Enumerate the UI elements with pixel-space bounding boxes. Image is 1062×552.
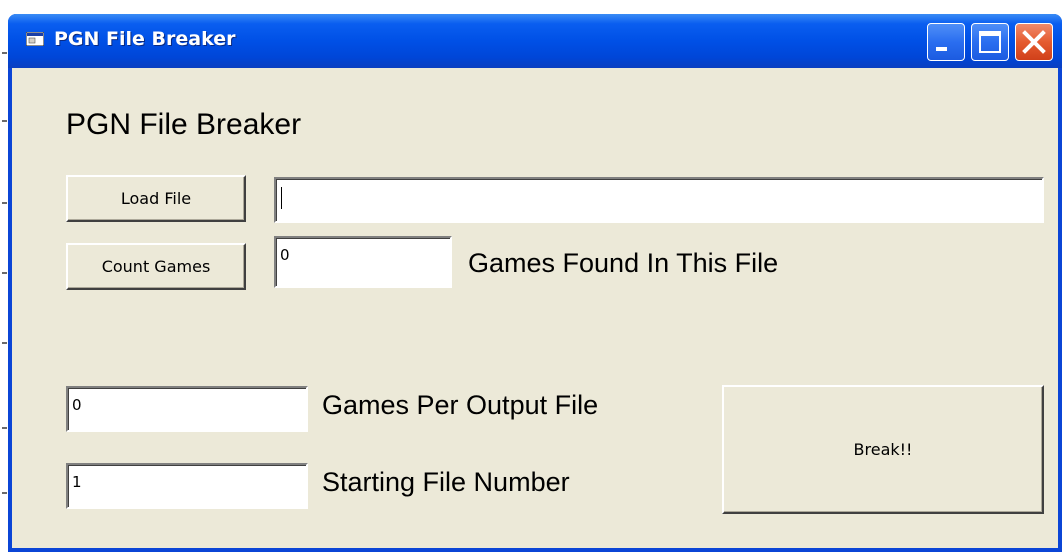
starting-file-number-field[interactable]: 1 <box>66 463 308 509</box>
title-bar[interactable]: PGN File Breaker <box>8 14 1062 68</box>
window-title: PGN File Breaker <box>54 28 236 50</box>
maximize-icon <box>979 31 1001 53</box>
window-app-icon <box>26 32 44 46</box>
text-caret <box>281 187 282 209</box>
break-button[interactable]: Break!! <box>722 385 1044 514</box>
games-found-field[interactable]: 0 <box>274 236 452 288</box>
page-title: PGN File Breaker <box>66 108 302 141</box>
games-found-label: Games Found In This File <box>468 248 779 278</box>
starting-file-number-label: Starting File Number <box>322 467 570 497</box>
application-window: PGN File Breaker PGN File Breaker Load F… <box>8 14 1062 552</box>
maximize-button[interactable] <box>971 23 1009 61</box>
close-button[interactable] <box>1015 23 1053 61</box>
close-icon <box>1022 30 1046 54</box>
minimize-icon <box>936 47 947 51</box>
load-file-button[interactable]: Load File <box>66 175 246 222</box>
client-area: PGN File Breaker Load File Count Games 0… <box>12 68 1058 548</box>
minimize-button[interactable] <box>927 23 965 61</box>
games-per-output-label: Games Per Output File <box>322 390 599 420</box>
count-games-button[interactable]: Count Games <box>66 243 246 290</box>
file-path-input[interactable] <box>274 177 1044 223</box>
games-per-output-field[interactable]: 0 <box>66 386 308 432</box>
